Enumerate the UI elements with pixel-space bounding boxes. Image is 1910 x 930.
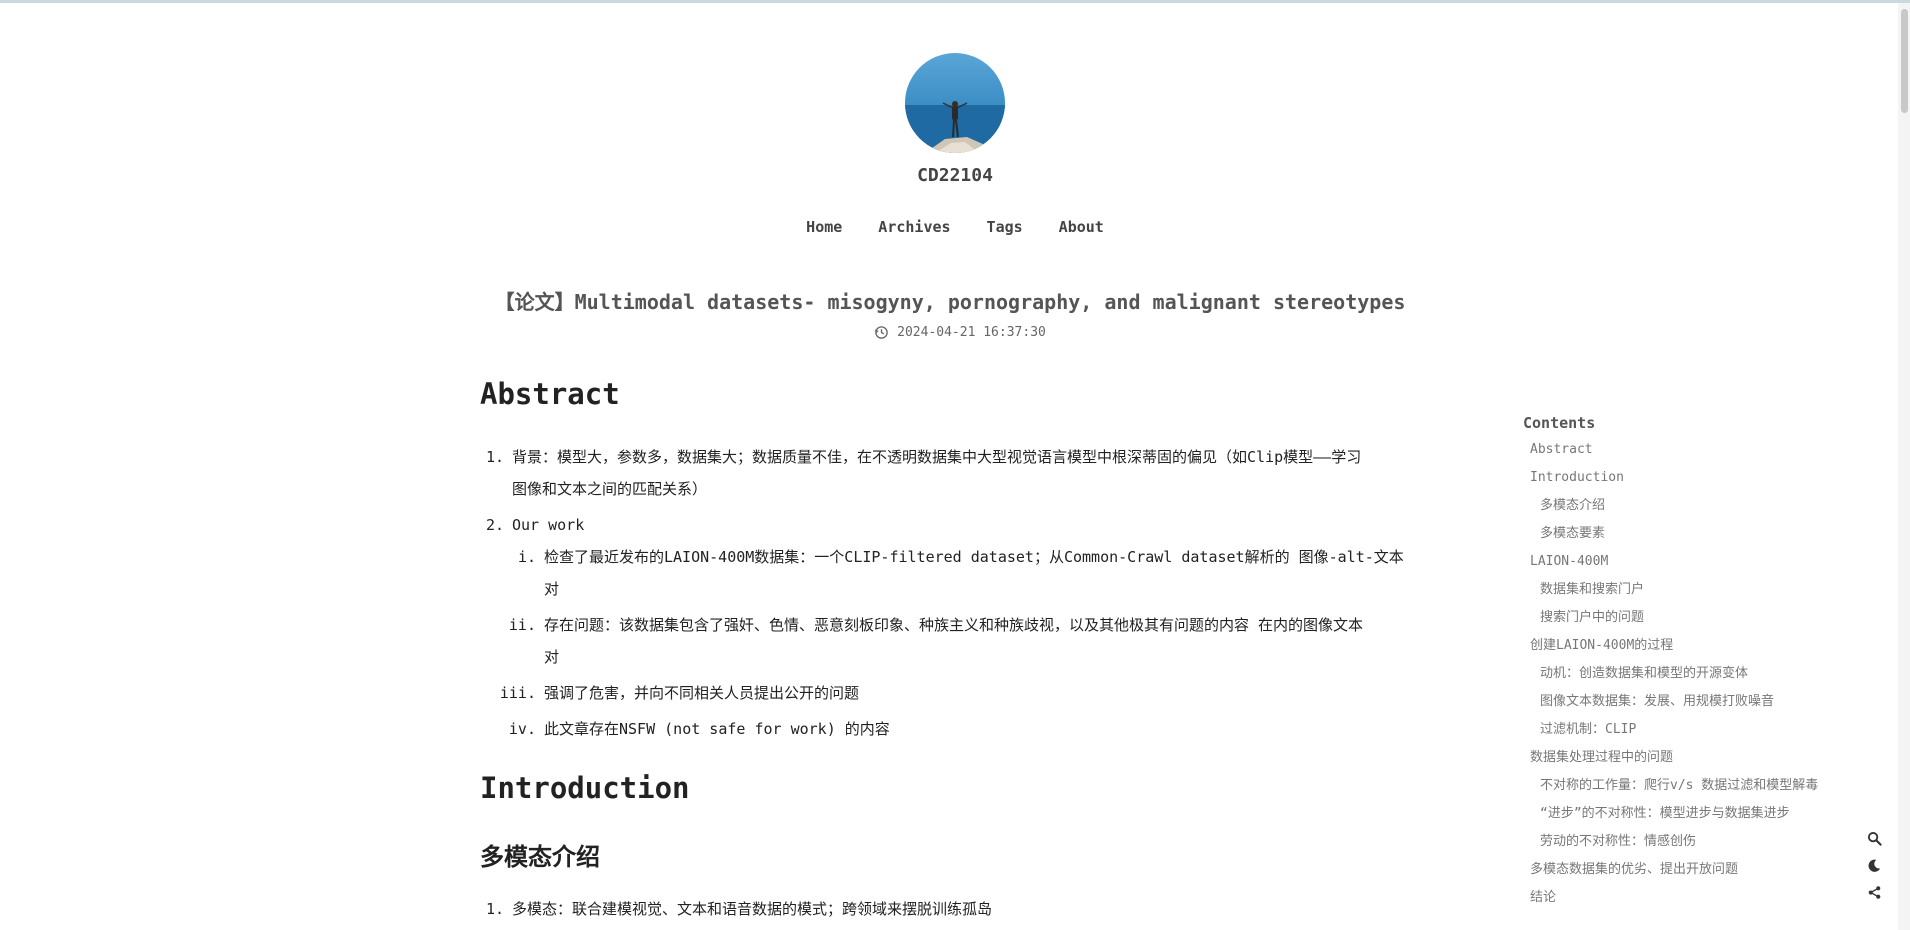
toc-item[interactable]: 图像文本数据集：发展、用规模打败噪音 (1523, 688, 1903, 716)
side-tools (1864, 825, 1884, 906)
avatar-image (905, 53, 1005, 153)
search-button[interactable] (1864, 825, 1884, 852)
list-number: 1. (485, 900, 504, 918)
toc-item[interactable]: 多模态介绍 (1523, 492, 1903, 520)
list-item-text: 背景：模型大，参数多，数据集大；数据质量不佳，在不透明数据集中大型视觉语言模型中… (512, 448, 1362, 466)
list-item: iii. 强调了危害，并向不同相关人员提出公开的问题 (480, 677, 1425, 709)
toc-item[interactable]: 劳动的不对称性：情感创伤 (1523, 828, 1903, 856)
toc-item[interactable]: “进步”的不对称性：模型进步与数据集进步 (1523, 800, 1903, 828)
dark-mode-button[interactable] (1864, 852, 1884, 879)
list-item-text: 检查了最近发布的LAION-400M数据集：一个CLIP-filtered da… (544, 548, 1404, 566)
share-icon (1868, 886, 1880, 899)
list-number: ii. (508, 616, 536, 634)
toc-title: Contents (1523, 414, 1596, 432)
scrollbar-thumb[interactable] (1901, 9, 1908, 113)
list-number: 1. (485, 448, 504, 466)
post-title: 【论文】Multimodal datasets- misogyny, porno… (494, 290, 1406, 314)
list-item-text: 强调了危害，并向不同相关人员提出公开的问题 (544, 684, 860, 702)
toc-item[interactable]: 数据集处理过程中的问题 (1523, 744, 1903, 772)
list-item-text: 存在问题：该数据集包含了强奸、色情、恶意刻板印象、种族主义和种族歧视，以及其他极… (544, 616, 1364, 634)
toc-item[interactable]: 过滤机制：CLIP (1523, 716, 1903, 744)
heading-introduction: Introduction (480, 771, 690, 805)
abstract-list: 1. 背景：模型大，参数多，数据集大；数据质量不佳，在不透明数据集中大型视觉语言… (480, 441, 1425, 745)
site-title[interactable]: CD22104 (805, 165, 1105, 186)
main-nav: Home Archives Tags About (780, 218, 1130, 236)
nav-tags[interactable]: Tags (987, 218, 1023, 236)
heading-abstract: Abstract (480, 377, 620, 411)
toc-item[interactable]: 多模态数据集的优劣、提出开放问题 (1523, 856, 1903, 884)
top-border (0, 0, 1910, 3)
our-work-sublist: i. 检查了最近发布的LAION-400M数据集：一个CLIP-filtered… (480, 541, 1425, 745)
list-item: 1. 背景：模型大，参数多，数据集大；数据质量不佳，在不透明数据集中大型视觉语言… (480, 441, 1425, 505)
post-date-text: 2024-04-21 16:37:30 (897, 325, 1046, 340)
toc-item[interactable]: 创建LAION-400M的过程 (1523, 632, 1903, 660)
history-icon (875, 326, 888, 339)
toc-item[interactable]: 多模态要素 (1523, 520, 1903, 548)
list-number: iv. (508, 720, 536, 738)
share-button[interactable] (1864, 879, 1884, 906)
toc-item[interactable]: 结论 (1523, 884, 1903, 912)
heading-multimodal: 多模态介绍 (480, 843, 600, 871)
list-item: ii. 存在问题：该数据集包含了强奸、色情、恶意刻板印象、种族主义和种族歧视，以… (480, 609, 1425, 673)
toc-item[interactable]: 动机：创造数据集和模型的开源变体 (1523, 660, 1903, 688)
nav-home[interactable]: Home (806, 218, 842, 236)
dark-mode-icon (1868, 859, 1880, 872)
toc-item[interactable]: 数据集和搜索门户 (1523, 576, 1903, 604)
nav-about[interactable]: About (1059, 218, 1104, 236)
toc-item[interactable]: 不对称的工作量：爬行v/s 数据过滤和模型解毒 (1523, 772, 1903, 800)
list-item-text-cont: 对 (544, 580, 560, 598)
list-item: 2. Our work (480, 509, 1425, 541)
table-of-contents: Contents Abstract Introduction 多模态介绍 多模态要素 L… (1523, 414, 1903, 912)
list-item: iv. 此文章存在NSFW (not safe for work) 的内容 (480, 713, 1425, 745)
list-item: i. 检查了最近发布的LAION-400M数据集：一个CLIP-filtered… (480, 541, 1425, 605)
list-item: 1. 多模态：联合建模视觉、文本和语音数据的模式；跨领域来摆脱训练孤岛 (480, 893, 1425, 925)
toc-item[interactable]: Introduction (1523, 464, 1903, 492)
list-item-text: Our work (512, 516, 585, 534)
toc-list: Abstract Introduction 多模态介绍 多模态要素 LAION-400M… (1523, 436, 1903, 912)
list-item-text: 此文章存在NSFW (not safe for work) 的内容 (544, 720, 890, 738)
toc-item[interactable]: LAION-400M (1523, 548, 1903, 576)
list-item-text-cont: 对 (544, 648, 560, 666)
list-item-text: 多模态：联合建模视觉、文本和语音数据的模式；跨领域来摆脱训练孤岛 (512, 900, 993, 918)
toc-item[interactable]: 搜索门户中的问题 (1523, 604, 1903, 632)
list-number: 2. (485, 516, 504, 534)
list-number: i. (517, 548, 536, 566)
list-number: iii. (499, 684, 536, 702)
list-item-text-cont: 图像和文本之间的匹配关系） (512, 480, 708, 498)
search-icon (1867, 831, 1882, 846)
avatar[interactable] (905, 53, 1005, 153)
post-date: 2024-04-21 16:37:30 (860, 325, 1060, 340)
toc-item[interactable]: Abstract (1523, 436, 1903, 464)
multimodal-list: 1. 多模态：联合建模视觉、文本和语音数据的模式；跨领域来摆脱训练孤岛 (480, 893, 1425, 925)
nav-archives[interactable]: Archives (878, 218, 950, 236)
